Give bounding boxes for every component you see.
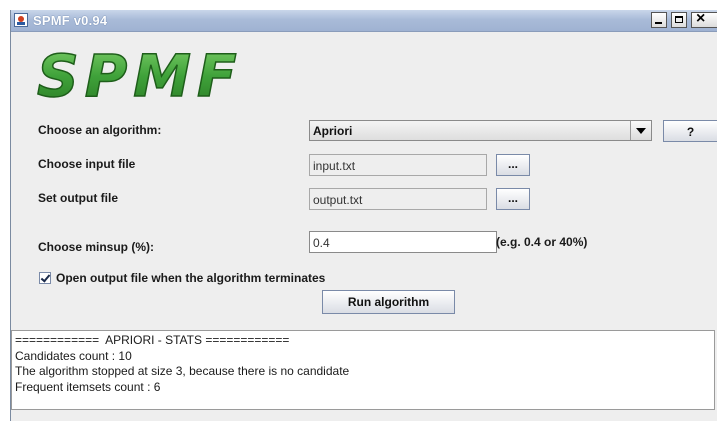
spmf-logo: SPMF — [36, 46, 243, 102]
close-glyph: × — [696, 10, 706, 27]
run-algorithm-button[interactable]: Run algorithm — [322, 290, 455, 314]
open-output-label[interactable]: Open output file when the algorithm term… — [56, 271, 325, 285]
input-file-label: Choose input file — [38, 157, 136, 171]
maximize-icon[interactable] — [671, 12, 687, 28]
close-icon[interactable]: × — [691, 10, 717, 28]
logo-text: SPMF — [37, 46, 243, 102]
input-file-field: input.txt — [309, 154, 487, 176]
help-button[interactable]: ? — [663, 120, 717, 142]
browse-input-button[interactable]: ... — [496, 154, 530, 176]
browse-output-button[interactable]: ... — [496, 188, 530, 210]
output-log[interactable]: ============ APRIORI - STATS ===========… — [11, 330, 715, 410]
algorithm-select[interactable]: Apriori — [309, 120, 652, 141]
output-file-label: Set output file — [38, 191, 118, 205]
algorithm-selected-value: Apriori — [313, 124, 353, 138]
log-line: Frequent itemsets count : 6 — [15, 379, 161, 394]
minsup-input[interactable]: 0.4 — [309, 231, 497, 253]
minsup-label: Choose minsup (%): — [38, 240, 154, 254]
spmf-window: SPMF v0.94 × SPMF Choose an algorithm: A… — [10, 10, 717, 421]
dropdown-arrow-icon[interactable] — [630, 121, 651, 140]
window-title: SPMF v0.94 — [33, 13, 108, 28]
log-line: Candidates count : 10 — [15, 348, 132, 363]
open-output-checkbox[interactable] — [39, 272, 51, 284]
minsup-hint: (e.g. 0.4 or 40%) — [496, 235, 588, 249]
minimize-icon[interactable] — [651, 12, 667, 28]
log-line: ============ APRIORI - STATS ===========… — [15, 333, 290, 347]
java-app-icon[interactable] — [14, 13, 28, 27]
output-file-field: output.txt — [309, 188, 487, 210]
title-bar[interactable]: SPMF v0.94 × — [11, 10, 717, 32]
log-line: The algorithm stopped at size 3, because… — [15, 364, 350, 378]
algorithm-label: Choose an algorithm: — [38, 123, 162, 137]
